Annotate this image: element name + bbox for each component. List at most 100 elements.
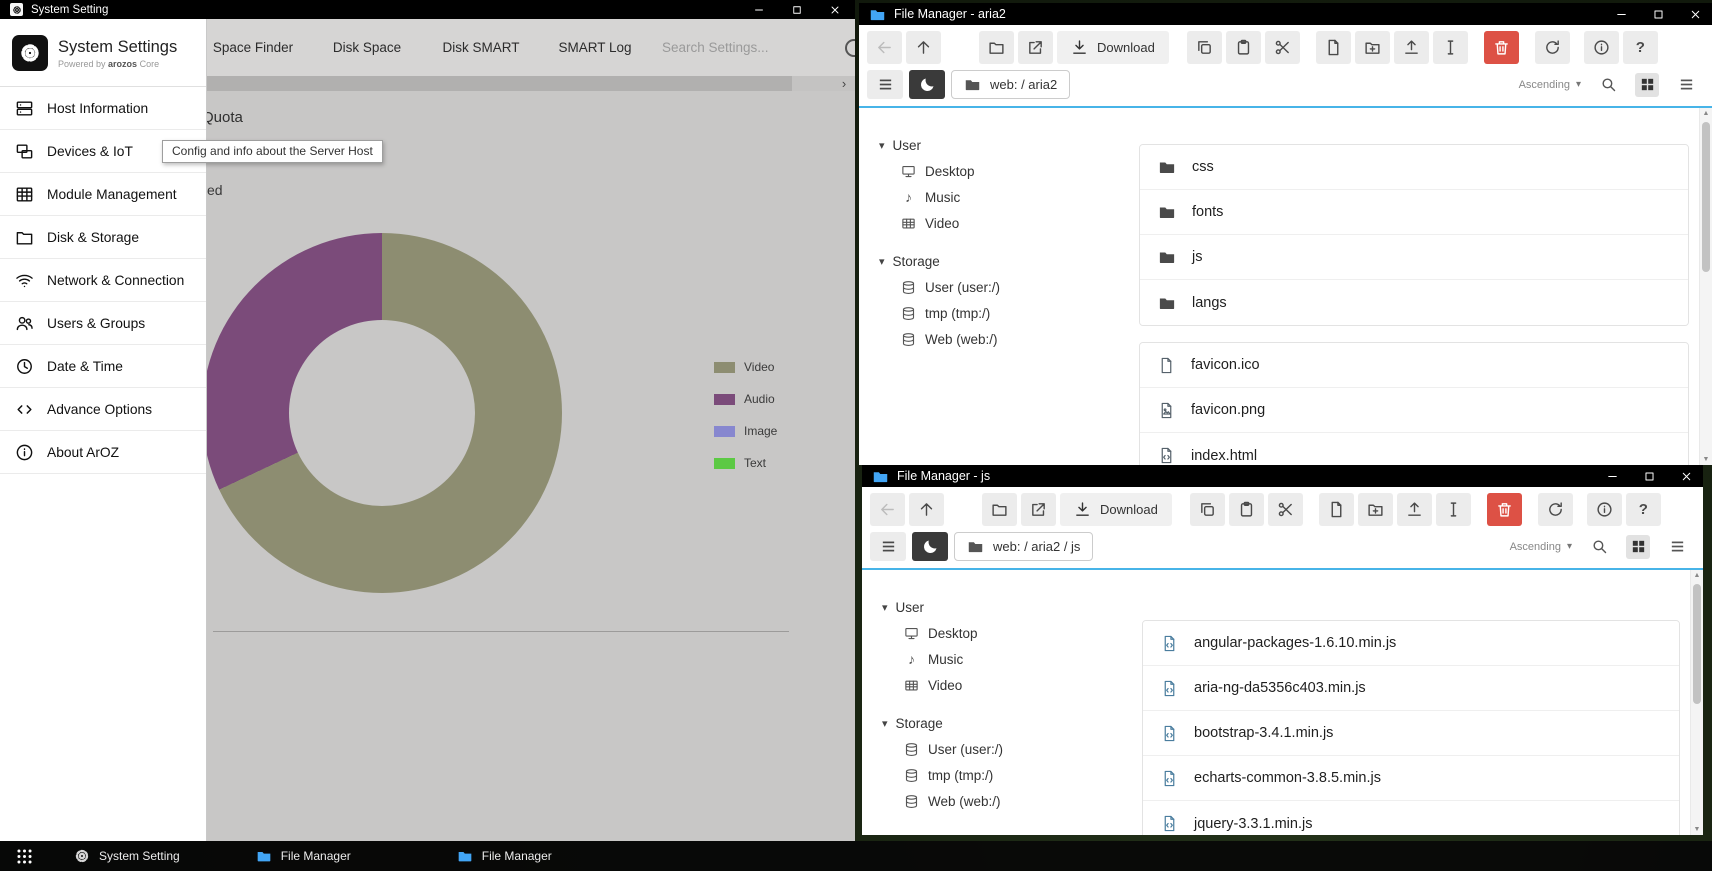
file-row-bootstrap[interactable]: bootstrap-3.4.1.min.js xyxy=(1143,711,1679,756)
tree-item-tmp-drive[interactable]: tmp (tmp:/) xyxy=(879,300,1125,326)
taskbar-item-file-manager-1[interactable]: File Manager xyxy=(256,848,351,864)
tree-item-tmp-drive[interactable]: tmp (tmp:/) xyxy=(882,762,1128,788)
theme-toggle-button[interactable] xyxy=(909,70,945,99)
taskbar-item-system-setting[interactable]: System Setting xyxy=(74,848,180,864)
tree-item-web-drive[interactable]: Web (web:/) xyxy=(879,326,1125,352)
grid-view-button[interactable] xyxy=(1626,535,1650,559)
tab-smart-log[interactable]: SMART Log xyxy=(538,40,652,55)
close-button[interactable] xyxy=(829,4,841,16)
new-file-button[interactable] xyxy=(1316,31,1351,64)
open-folder-button[interactable] xyxy=(982,493,1017,526)
search-button[interactable] xyxy=(1587,535,1611,559)
upload-button[interactable] xyxy=(1394,31,1429,64)
new-folder-button[interactable] xyxy=(1355,31,1390,64)
titlebar[interactable]: File Manager - aria2 xyxy=(859,3,1712,25)
scroll-up-icon[interactable]: ▲ xyxy=(1691,572,1703,579)
breadcrumb[interactable]: web: / aria2 xyxy=(951,70,1070,99)
settings-search-input[interactable] xyxy=(662,40,812,55)
list-view-button[interactable] xyxy=(1674,73,1698,97)
open-external-button[interactable] xyxy=(1018,31,1053,64)
sort-dropdown[interactable]: Ascending▾ xyxy=(1510,541,1572,553)
back-button[interactable] xyxy=(870,493,905,526)
app-drawer-button[interactable] xyxy=(12,844,36,868)
tree-item-video[interactable]: Video xyxy=(882,672,1128,698)
scroll-down-icon[interactable]: ▼ xyxy=(1700,456,1712,463)
close-button[interactable] xyxy=(1680,470,1693,483)
tab-space-finder[interactable]: Space Finder xyxy=(196,40,310,55)
info-button[interactable] xyxy=(1584,31,1619,64)
maximize-button[interactable] xyxy=(1643,470,1656,483)
scroll-down-icon[interactable]: ▼ xyxy=(1691,826,1703,833)
help-button[interactable]: ? xyxy=(1626,493,1661,526)
vertical-scrollbar[interactable]: ▲ ▼ xyxy=(1699,108,1712,465)
sort-dropdown[interactable]: Ascending▾ xyxy=(1519,79,1581,91)
download-button[interactable]: Download xyxy=(1057,31,1169,64)
tree-item-user-drive[interactable]: User (user:/) xyxy=(879,274,1125,300)
tree-section-user[interactable]: ▾User xyxy=(879,132,1125,158)
file-row-favicon-png[interactable]: favicon.png xyxy=(1140,388,1688,433)
maximize-button[interactable] xyxy=(791,4,803,16)
grid-view-button[interactable] xyxy=(1635,73,1659,97)
info-button[interactable] xyxy=(1587,493,1622,526)
sidebar-item-disk-storage[interactable]: Disk & Storage xyxy=(0,216,206,259)
rename-button[interactable] xyxy=(1436,493,1471,526)
minimize-button[interactable] xyxy=(1615,8,1628,21)
scroll-right-button[interactable]: › xyxy=(833,76,855,91)
refresh-button[interactable] xyxy=(1538,493,1573,526)
paste-button[interactable] xyxy=(1229,493,1264,526)
sidebar-item-network-connection[interactable]: Network & Connection xyxy=(0,259,206,302)
vertical-scrollbar[interactable]: ▲ ▼ xyxy=(1690,570,1703,835)
scrollbar-thumb[interactable] xyxy=(1702,122,1710,272)
sidebar-item-about-aroz[interactable]: About ArOZ xyxy=(0,431,206,474)
scrollbar-thumb[interactable] xyxy=(207,76,792,91)
file-row-favicon-ico[interactable]: favicon.ico xyxy=(1140,343,1688,388)
tree-item-video[interactable]: Video xyxy=(879,210,1125,236)
rename-button[interactable] xyxy=(1433,31,1468,64)
maximize-button[interactable] xyxy=(1652,8,1665,21)
sidebar-item-users-groups[interactable]: Users & Groups xyxy=(0,302,206,345)
folder-row-langs[interactable]: langs xyxy=(1140,280,1688,325)
refresh-button[interactable] xyxy=(1535,31,1570,64)
titlebar[interactable]: File Manager - js xyxy=(862,465,1703,487)
delete-button[interactable] xyxy=(1484,31,1519,64)
back-button[interactable] xyxy=(867,31,902,64)
copy-button[interactable] xyxy=(1190,493,1225,526)
delete-button[interactable] xyxy=(1487,493,1522,526)
breadcrumb[interactable]: web: / aria2 / js xyxy=(954,532,1093,561)
new-file-button[interactable] xyxy=(1319,493,1354,526)
tree-item-desktop[interactable]: Desktop xyxy=(882,620,1128,646)
search-button[interactable] xyxy=(1596,73,1620,97)
folder-row-fonts[interactable]: fonts xyxy=(1140,190,1688,235)
scroll-up-icon[interactable]: ▲ xyxy=(1700,110,1712,117)
download-button[interactable]: Download xyxy=(1060,493,1172,526)
tree-item-desktop[interactable]: Desktop xyxy=(879,158,1125,184)
up-button[interactable] xyxy=(909,493,944,526)
folder-row-js[interactable]: js xyxy=(1140,235,1688,280)
file-row-aria-ng[interactable]: aria-ng-da5356c403.min.js xyxy=(1143,666,1679,711)
file-row-echarts[interactable]: echarts-common-3.8.5.min.js xyxy=(1143,756,1679,801)
sidebar-item-advance-options[interactable]: Advance Options xyxy=(0,388,206,431)
file-row-index-html[interactable]: index.html xyxy=(1140,433,1688,465)
copy-button[interactable] xyxy=(1187,31,1222,64)
menu-button[interactable] xyxy=(870,532,906,561)
sidebar-item-host-information[interactable]: Host Information xyxy=(0,87,206,130)
cut-button[interactable] xyxy=(1265,31,1300,64)
titlebar[interactable]: System Setting xyxy=(0,0,855,19)
new-folder-button[interactable] xyxy=(1358,493,1393,526)
sidebar-item-date-time[interactable]: Date & Time xyxy=(0,345,206,388)
tree-item-web-drive[interactable]: Web (web:/) xyxy=(882,788,1128,814)
open-folder-button[interactable] xyxy=(979,31,1014,64)
tree-section-storage[interactable]: ▾Storage xyxy=(879,248,1125,274)
paste-button[interactable] xyxy=(1226,31,1261,64)
list-view-button[interactable] xyxy=(1665,535,1689,559)
close-button[interactable] xyxy=(1689,8,1702,21)
tree-section-user[interactable]: ▾User xyxy=(882,594,1128,620)
tree-item-music[interactable]: ♪Music xyxy=(882,646,1128,672)
tab-disk-space[interactable]: Disk Space xyxy=(310,40,424,55)
tree-item-music[interactable]: ♪Music xyxy=(879,184,1125,210)
scrollbar-thumb[interactable] xyxy=(1693,584,1701,704)
cut-button[interactable] xyxy=(1268,493,1303,526)
tree-section-storage[interactable]: ▾Storage xyxy=(882,710,1128,736)
theme-toggle-button[interactable] xyxy=(912,532,948,561)
upload-button[interactable] xyxy=(1397,493,1432,526)
